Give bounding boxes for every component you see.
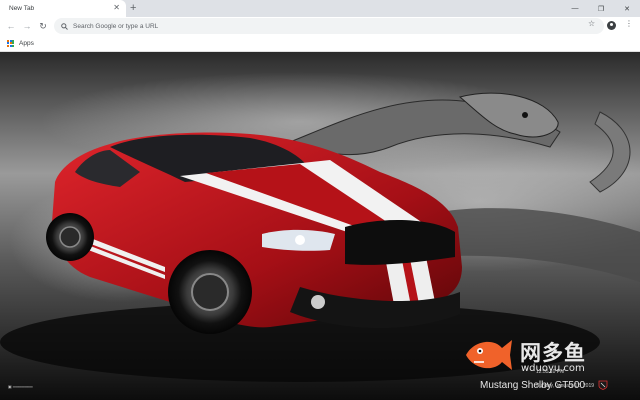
close-window-button[interactable]: ✕ xyxy=(614,0,640,17)
profile-icon[interactable] xyxy=(607,21,616,30)
menu-icon[interactable]: ⋮ xyxy=(625,19,633,28)
apps-grid-icon[interactable] xyxy=(7,39,14,47)
clock-time: 12:55 10 PM xyxy=(536,369,565,375)
clock-date: Sunday, January 12, 2019 xyxy=(536,383,595,389)
tab-new-tab[interactable]: New Tab ✕ xyxy=(0,0,126,17)
tab-strip: New Tab ✕ + — ❐ ✕ xyxy=(0,0,640,17)
minimize-button[interactable]: — xyxy=(562,0,588,17)
restore-button[interactable]: ❐ xyxy=(588,0,614,17)
new-tab-button[interactable]: + xyxy=(130,1,136,15)
search-icon xyxy=(61,22,68,30)
bookmark-star-icon[interactable]: ☆ xyxy=(588,19,595,28)
wallpaper-watermark: ▣ ═══════ xyxy=(8,384,33,389)
toolbar: ← → ↻ Search Google or type a URL ☆ ⋮ xyxy=(0,17,640,35)
forward-button[interactable]: → xyxy=(20,19,34,33)
tab-close-icon[interactable]: ✕ xyxy=(113,3,120,13)
mustang-badge-icon xyxy=(598,380,608,390)
bookmarks-bar: Apps xyxy=(0,35,640,52)
apps-shortcut[interactable]: Apps xyxy=(19,40,34,47)
reload-button[interactable]: ↻ xyxy=(36,19,50,33)
tab-title: New Tab xyxy=(9,5,35,12)
window-controls: — ❐ ✕ xyxy=(562,0,640,17)
back-button[interactable]: ← xyxy=(4,19,18,33)
omnibox-placeholder: Search Google or type a URL xyxy=(73,22,159,30)
omnibox[interactable]: Search Google or type a URL xyxy=(54,18,604,34)
fish-logo-icon xyxy=(466,340,512,370)
